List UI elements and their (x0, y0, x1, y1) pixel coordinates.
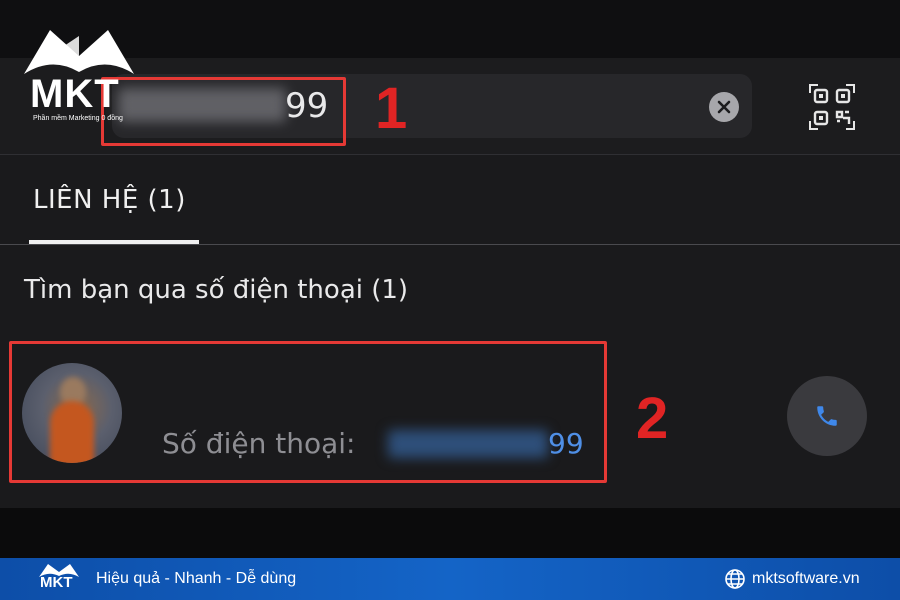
close-circle-icon[interactable] (709, 92, 739, 122)
phone-label: Số điện thoại: (162, 427, 356, 460)
annotation-step-1: 1 (375, 76, 408, 141)
phone-number-redacted (388, 430, 548, 458)
footer-tagline: Hiệu quả - Nhanh - Dễ dùng (96, 570, 297, 587)
section-title: Tìm bạn qua số điện thoại (1) (24, 275, 409, 305)
tab-contacts[interactable]: LIÊN HỆ (1) (33, 180, 186, 220)
call-button[interactable] (787, 376, 867, 456)
avatar[interactable] (22, 363, 122, 463)
qr-code-icon[interactable] (809, 84, 855, 130)
logo-brand-text: MKT (30, 72, 120, 116)
tab-divider (0, 244, 900, 245)
phone-number-suffix: 99 (548, 427, 584, 460)
phone-icon (817, 406, 837, 426)
logo-tagline: Phần mềm Marketing 0 đồng (33, 115, 123, 122)
globe-icon (724, 568, 746, 590)
lower-gap (0, 508, 900, 558)
annotation-step-2: 2 (636, 386, 669, 451)
avatar-body-shape (50, 401, 94, 463)
footer-logo-text: MKT (40, 574, 73, 591)
footer-website-link[interactable]: mktsoftware.vn (752, 568, 860, 590)
